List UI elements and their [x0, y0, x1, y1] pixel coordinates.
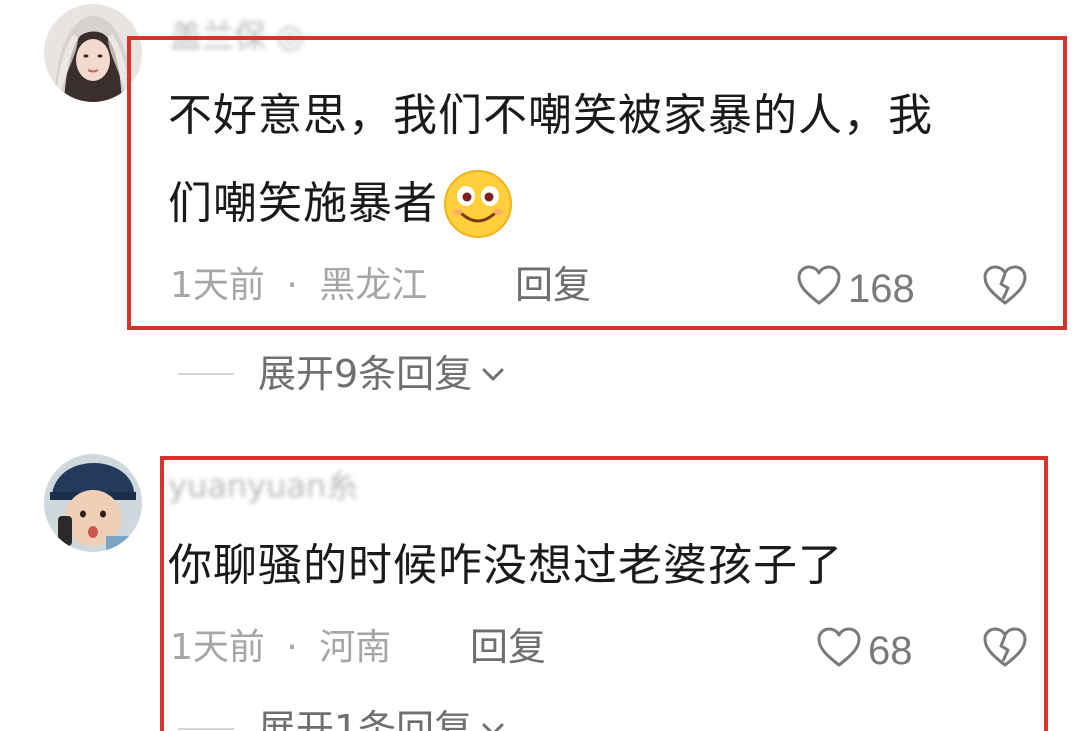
- expand-replies-button[interactable]: 展开9条回复: [178, 355, 508, 393]
- expand-replies-label: 展开9条回复: [258, 352, 473, 396]
- avatar[interactable]: [44, 454, 142, 552]
- divider-line: [178, 373, 234, 375]
- chevron-down-icon: [482, 368, 504, 381]
- highlight-box: [160, 456, 1048, 731]
- highlight-box: [127, 36, 1067, 330]
- comment-list: 盖兰保 ◎ 不好意思，我们不嘲笑被家暴的人，我 们嘲笑施暴者 1天前 · 黑龙江…: [0, 0, 1078, 731]
